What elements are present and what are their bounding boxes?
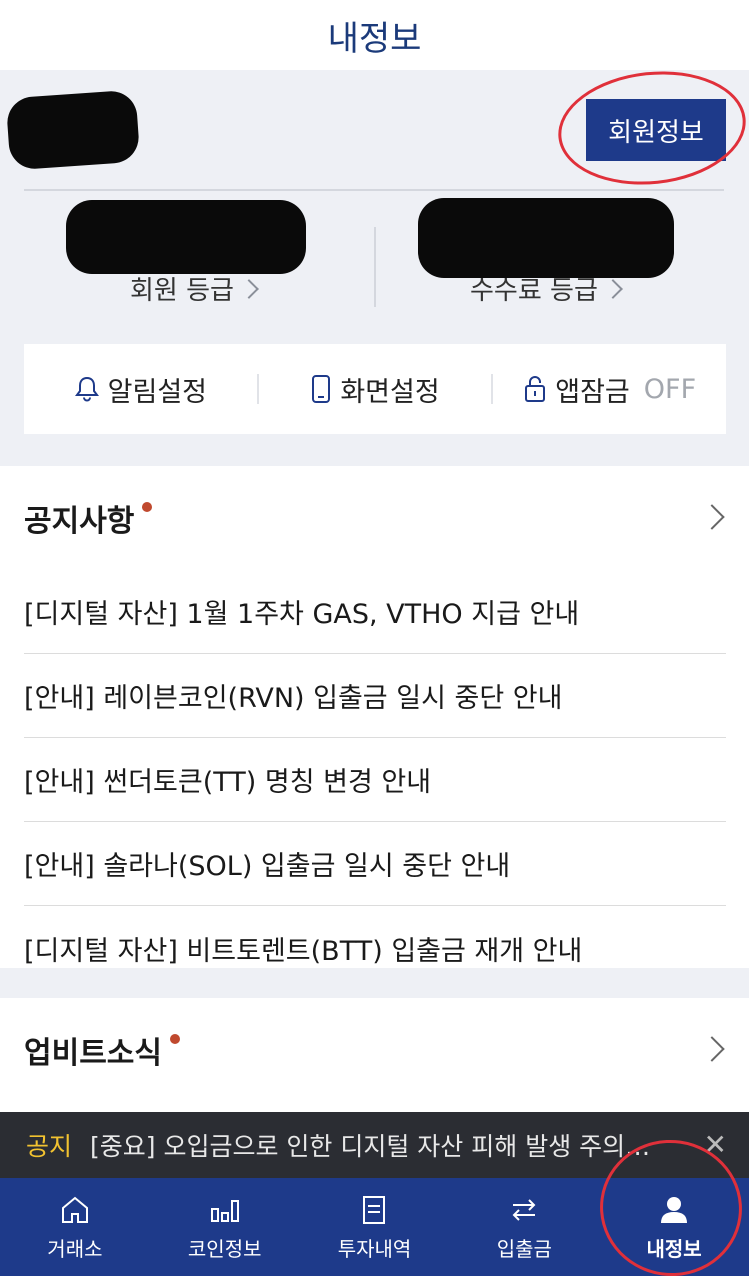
- new-dot-icon: [142, 502, 153, 512]
- profile-section: 회원정보 회원 등급 수수료 등급 알림설정 화면설정 앱잠금 OFF: [0, 62, 749, 466]
- ticker-tag: 공지: [26, 1132, 73, 1161]
- display-settings-button[interactable]: 화면설정: [259, 370, 492, 409]
- tab-label: 거래소: [47, 1236, 103, 1261]
- tab-label: 입출금: [496, 1236, 552, 1261]
- notice-item[interactable]: [안내] 솔라나(SOL) 입출금 일시 중단 안내: [24, 822, 726, 906]
- redacted-member-grade: [66, 200, 306, 274]
- chevron-right-icon[interactable]: [699, 1036, 725, 1062]
- member-grade-link[interactable]: 회원 등급: [130, 270, 259, 307]
- divider: [374, 227, 376, 307]
- notices-section: 공지사항 [디지털 자산] 1월 1주차 GAS, VTHO 지급 안내 [안내…: [0, 466, 749, 968]
- document-icon: [363, 1195, 386, 1224]
- transfer-icon: [512, 1198, 536, 1221]
- app-lock-button[interactable]: 앱잠금 OFF: [493, 370, 726, 409]
- page-title: 내정보: [327, 18, 422, 59]
- news-header[interactable]: 업비트소식: [0, 998, 749, 1102]
- redacted-fee-grade: [418, 198, 674, 278]
- notices-title: 공지사항: [24, 504, 135, 539]
- tab-label: 투자내역: [337, 1236, 412, 1261]
- bell-icon: [74, 376, 99, 402]
- member-grade-label: 회원 등급: [130, 276, 234, 306]
- annotation-circle: [552, 62, 749, 194]
- tab-label: 코인정보: [187, 1236, 262, 1261]
- notification-settings-label: 알림설정: [107, 376, 208, 408]
- display-settings-label: 화면설정: [340, 376, 440, 408]
- notice-item[interactable]: [디지털 자산] 비트토렌트(BTT) 입출금 재개 안내: [24, 906, 726, 990]
- app-lock-label: 앱잠금: [555, 376, 630, 408]
- app-lock-status: OFF: [643, 373, 697, 405]
- ticker-message[interactable]: [중요] 오입금으로 인한 디지털 자산 피해 발생 주의…: [90, 1127, 680, 1163]
- notice-item[interactable]: [안내] 썬더토큰(TT) 명칭 변경 안내: [24, 738, 726, 822]
- redacted-username: [5, 89, 141, 171]
- news-title: 업비트소식: [24, 1036, 162, 1071]
- news-section: 업비트소식: [0, 998, 749, 1112]
- tab-exchange[interactable]: 거래소: [0, 1178, 150, 1276]
- notification-settings-button[interactable]: 알림설정: [24, 370, 257, 409]
- phone-icon: [312, 375, 331, 403]
- notices-header[interactable]: 공지사항: [0, 466, 749, 570]
- settings-bar: 알림설정 화면설정 앱잠금 OFF: [24, 344, 726, 434]
- new-dot-icon: [170, 1034, 180, 1044]
- fee-grade-link[interactable]: 수수료 등급: [470, 270, 623, 307]
- tab-coin-info[interactable]: 코인정보: [150, 1178, 300, 1276]
- bar-chart-icon: [210, 1199, 239, 1222]
- chevron-right-icon: [239, 278, 259, 299]
- top-bar: 내정보: [0, 0, 749, 70]
- chevron-right-icon: [602, 278, 623, 299]
- chevron-right-icon[interactable]: [699, 504, 725, 530]
- divider: [24, 189, 724, 191]
- fee-grade-label: 수수료 등급: [470, 276, 598, 306]
- notice-item[interactable]: [안내] 레이븐코인(RVN) 입출금 일시 중단 안내: [24, 654, 726, 738]
- lock-icon: [525, 376, 546, 402]
- tab-investments[interactable]: 투자내역: [300, 1178, 450, 1276]
- tab-deposit-withdraw[interactable]: 입출금: [449, 1178, 599, 1276]
- home-icon: [61, 1196, 88, 1223]
- notice-item[interactable]: [디지털 자산] 1월 1주차 GAS, VTHO 지급 안내: [24, 570, 726, 654]
